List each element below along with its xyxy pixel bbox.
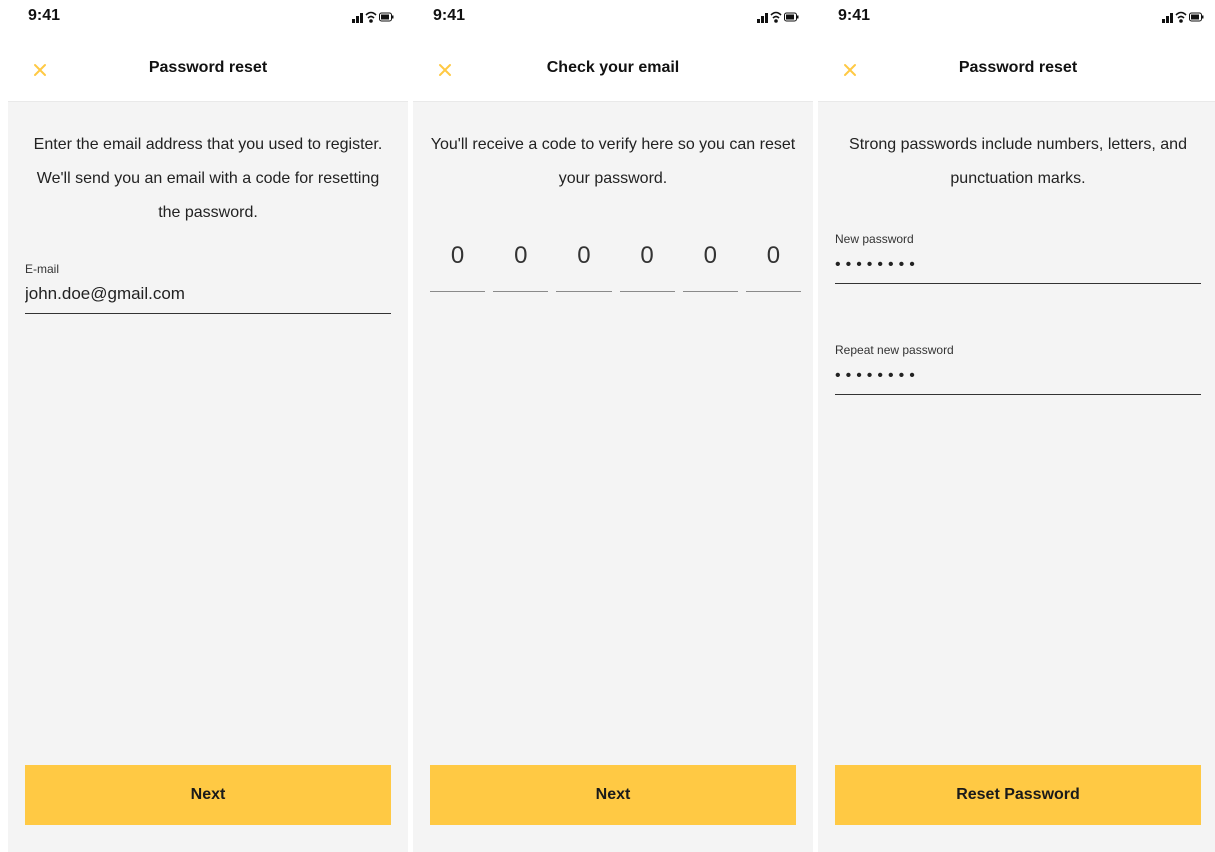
status-icons	[352, 11, 394, 23]
new-password-label: New password	[835, 232, 914, 246]
code-digit-4[interactable]: 0	[619, 242, 675, 292]
signal-icon	[1162, 13, 1173, 23]
status-time: 9:41	[433, 7, 466, 24]
navigation-bar: Check your email	[413, 38, 813, 102]
next-button[interactable]: Next	[25, 765, 391, 825]
signal-icon	[352, 13, 363, 23]
screen-new-password: 9:41 Password reset Strong passwords inc…	[818, 0, 1215, 852]
next-button[interactable]: Next	[430, 765, 796, 825]
signal-icon	[757, 13, 768, 23]
page-title: Password reset	[148, 59, 268, 76]
wifi-icon	[365, 11, 377, 23]
status-time: 9:41	[28, 7, 61, 24]
email-label: E-mail	[25, 262, 60, 276]
code-digit-2[interactable]: 0	[493, 242, 549, 292]
email-input[interactable]	[25, 284, 391, 314]
code-digit-6[interactable]: 0	[745, 242, 802, 292]
reset-password-button[interactable]: Reset Password	[835, 765, 1201, 825]
status-time: 9:41	[838, 7, 871, 24]
new-password-input[interactable]: ••••••••	[835, 254, 1201, 284]
status-icons	[757, 11, 799, 23]
status-bar: 9:41	[413, 0, 813, 38]
wifi-icon	[1175, 11, 1187, 23]
repeat-password-label: Repeat new password	[835, 343, 954, 357]
navigation-bar: Password reset	[818, 38, 1215, 102]
code-digit-1[interactable]: 0	[430, 242, 486, 292]
battery-icon	[1189, 12, 1204, 22]
status-icons	[1162, 11, 1204, 23]
instructions-text: Strong passwords include numbers, letter…	[849, 136, 1187, 187]
repeat-password-input[interactable]: ••••••••	[835, 365, 1201, 395]
page-title: Password reset	[958, 59, 1078, 76]
battery-icon	[784, 12, 799, 22]
instructions-text: Enter the email address that you used to…	[33, 136, 383, 221]
navigation-bar: Password reset	[8, 38, 408, 102]
screen-check-email: 9:41 Check your email You'll receive a c…	[413, 0, 813, 852]
wifi-icon	[770, 11, 782, 23]
repeat-password-field-group: Repeat new password ••••••••	[835, 343, 1201, 395]
instructions-text: You'll receive a code to verify here so …	[430, 136, 796, 187]
code-digit-3[interactable]: 0	[556, 242, 612, 292]
status-bar: 9:41	[818, 0, 1215, 38]
status-bar: 9:41	[8, 0, 408, 38]
verification-code-input: 0 0 0 0 0 0	[430, 242, 802, 292]
screen-password-reset-email: 9:41 Password reset Enter the email addr…	[8, 0, 408, 852]
battery-icon	[379, 12, 394, 22]
email-field-group: E-mail	[25, 262, 391, 314]
page-title: Check your email	[546, 59, 680, 76]
new-password-field-group: New password ••••••••	[835, 232, 1201, 284]
code-digit-5[interactable]: 0	[682, 242, 738, 292]
